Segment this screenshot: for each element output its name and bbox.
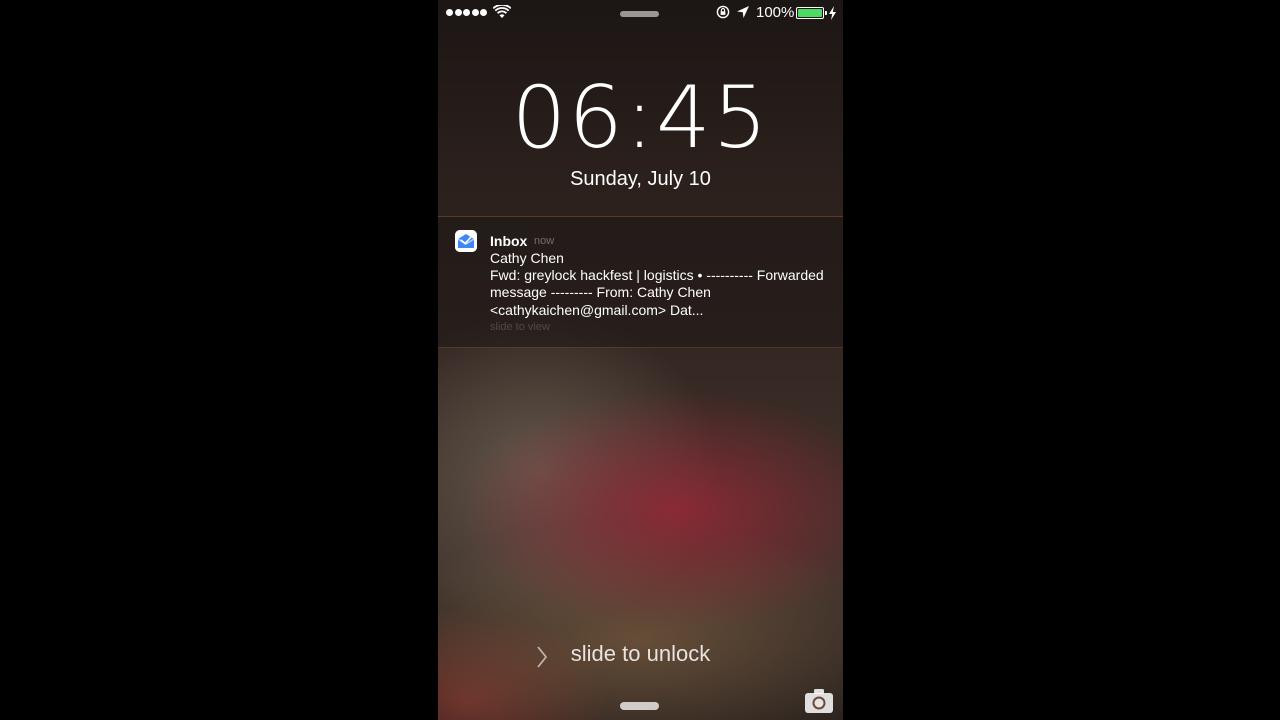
camera-icon[interactable] xyxy=(804,688,834,714)
lock-clock: 06:45 xyxy=(511,68,770,168)
home-grabber[interactable] xyxy=(620,702,659,710)
lock-screen: 100% 06:45 Sunday, July 10 Inbox now Cat… xyxy=(438,0,843,720)
battery-icon xyxy=(796,7,827,19)
battery-percent: 100% xyxy=(756,4,795,21)
location-arrow-icon xyxy=(737,6,749,18)
status-bar: 100% xyxy=(438,0,843,26)
notification-card[interactable]: Inbox now Cathy Chen Fwd: greylock hackf… xyxy=(438,216,843,348)
notification-sender: Cathy Chen xyxy=(490,250,564,266)
signal-dots-icon xyxy=(446,9,487,16)
inbox-app-icon xyxy=(455,230,477,252)
top-grabber[interactable] xyxy=(620,11,659,17)
notification-action-hint[interactable]: slide to view xyxy=(490,321,550,333)
charging-bolt-icon xyxy=(829,6,836,20)
notification-app-name: Inbox xyxy=(490,233,528,249)
slide-to-unlock[interactable]: slide to unlock xyxy=(438,641,843,667)
notification-body: Fwd: greylock hackfest | logistics • ---… xyxy=(490,267,824,318)
rotation-lock-icon xyxy=(716,5,730,19)
notification-time: now xyxy=(534,235,555,247)
lock-date: Sunday, July 10 xyxy=(570,168,711,190)
wifi-icon xyxy=(493,5,511,18)
